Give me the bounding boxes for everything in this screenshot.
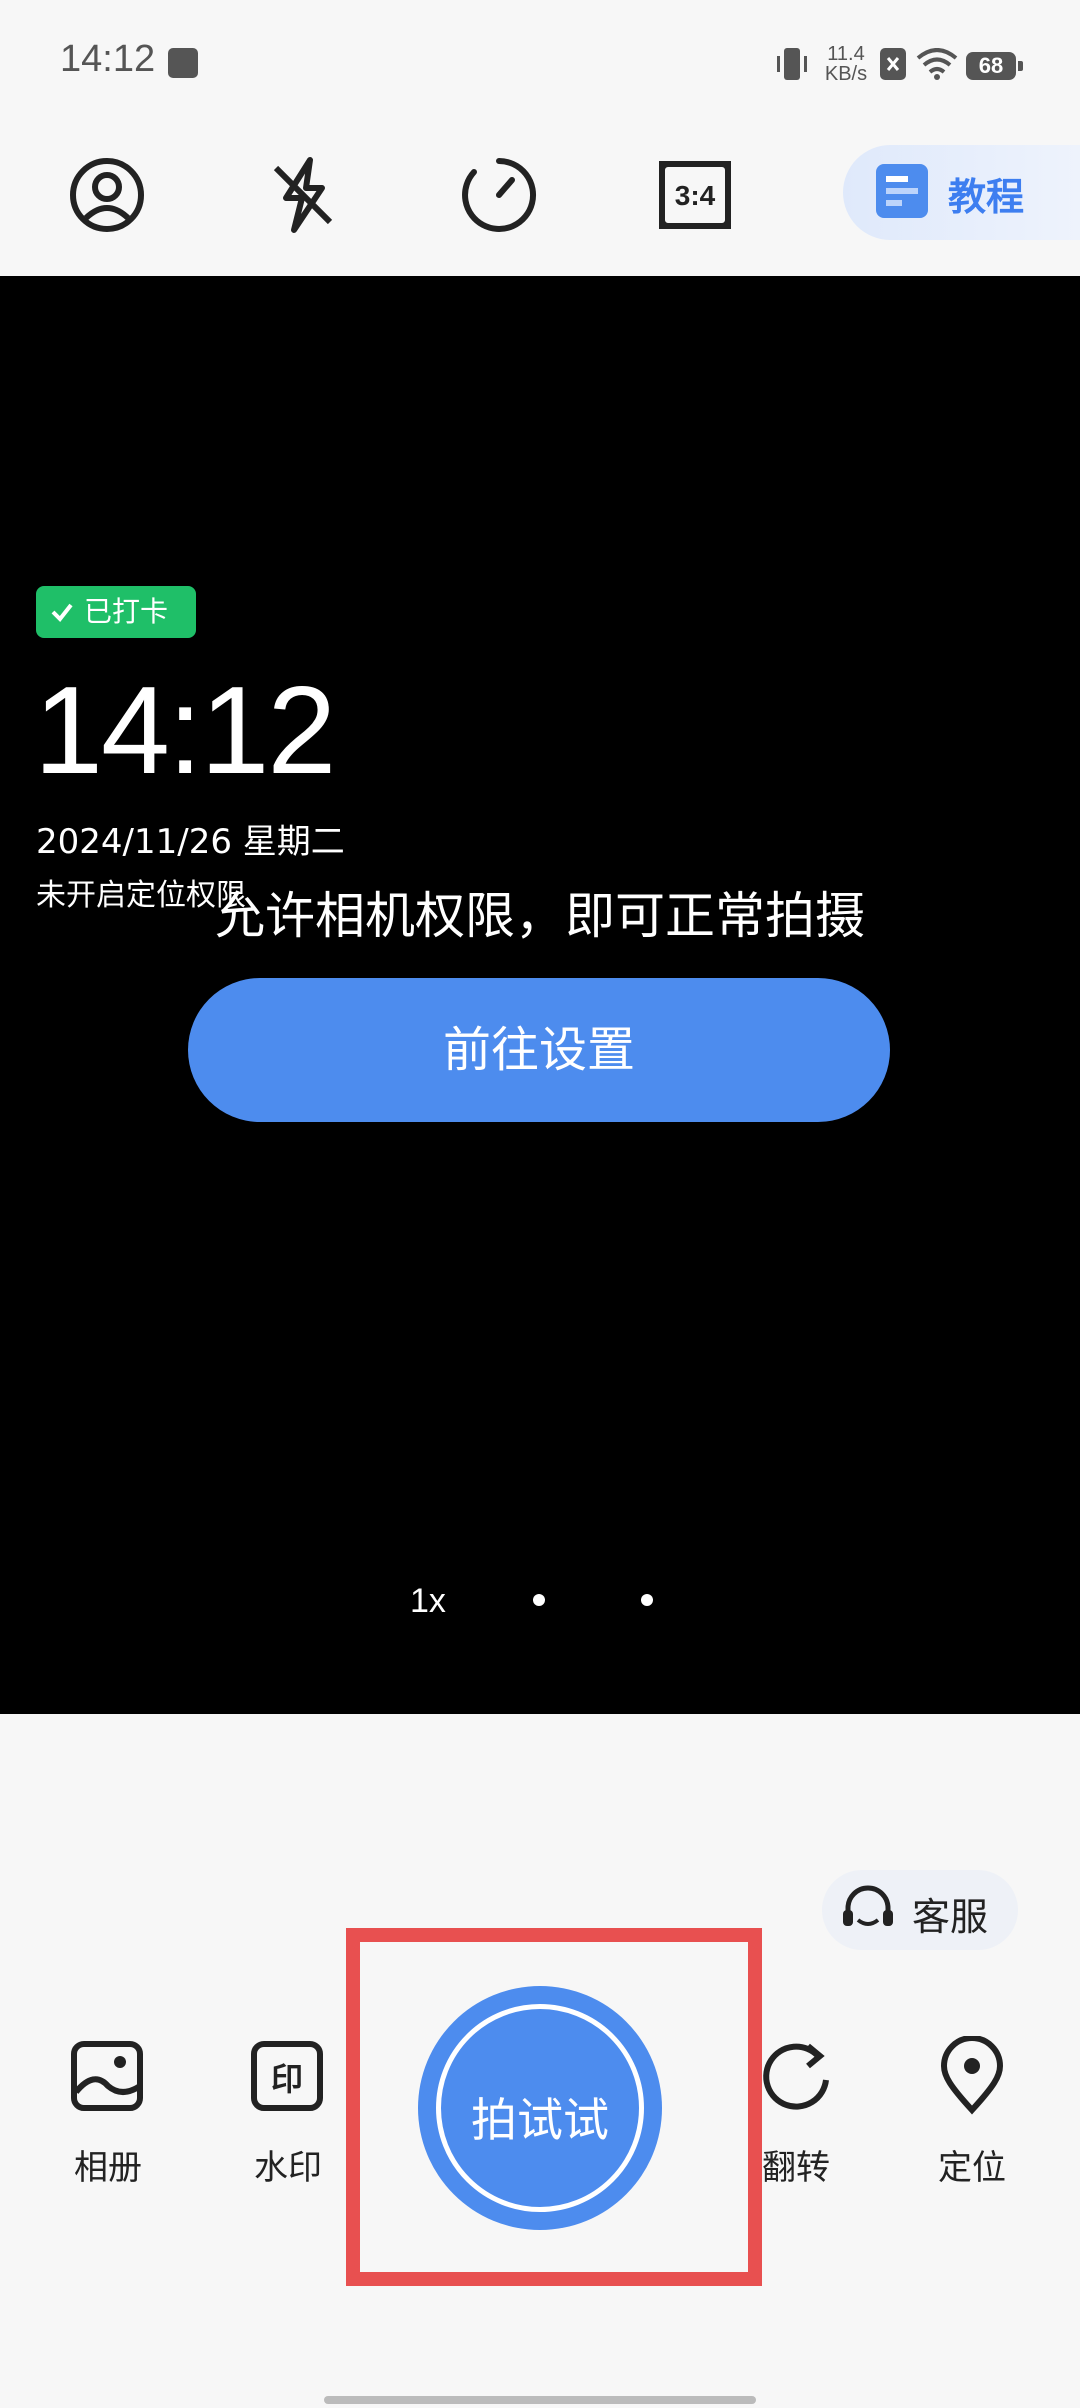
battery-indicator: 68 — [966, 52, 1023, 80]
svg-text:印: 印 — [271, 2060, 303, 2098]
net-speed-value: 11.4 — [827, 43, 865, 65]
zoom-dot-3[interactable] — [641, 1594, 653, 1606]
zoom-dot-2[interactable] — [533, 1594, 545, 1606]
watermark-icon[interactable]: 印 — [248, 2036, 328, 2116]
status-time: 14:12 — [60, 38, 156, 80]
notification-icon — [168, 48, 198, 78]
wifi-icon — [916, 48, 958, 80]
location-label[interactable]: 定位 — [902, 2140, 1042, 2189]
home-indicator[interactable] — [324, 2396, 756, 2404]
highlight-box — [346, 1928, 762, 2286]
net-speed: 11.4 KB/s — [820, 44, 872, 84]
timer-icon[interactable] — [454, 150, 544, 240]
headset-icon — [843, 1885, 893, 1926]
net-speed-unit: KB/s — [824, 63, 868, 85]
tutorial-doc-icon — [876, 164, 928, 218]
profile-icon[interactable] — [62, 150, 152, 240]
zoom-1x-button[interactable]: 1x — [410, 1582, 446, 1621]
flip-camera-icon[interactable] — [756, 2036, 836, 2116]
goto-settings-button[interactable]: 前往设置 — [188, 978, 890, 1122]
permission-message: 允许相机权限，即可正常拍摄 — [215, 887, 865, 945]
flash-off-icon[interactable] — [258, 150, 348, 240]
checked-in-label: 已打卡 — [84, 595, 169, 628]
watermark-label[interactable]: 水印 — [218, 2140, 358, 2189]
customer-service-label: 客服 — [912, 1895, 989, 1939]
check-icon — [51, 603, 73, 623]
sim-disabled-icon — [880, 48, 906, 80]
watermark-date: 2024/11/26 星期二 — [36, 822, 345, 862]
album-label[interactable]: 相册 — [38, 2140, 178, 2189]
location-pin-icon[interactable] — [932, 2036, 1012, 2116]
svg-text:3:4: 3:4 — [675, 180, 716, 211]
checked-in-badge: 已打卡 — [36, 586, 196, 638]
aspect-ratio-icon[interactable]: 3:4 — [650, 150, 740, 240]
tutorial-label: 教程 — [948, 175, 1025, 219]
watermark-time: 14:12 — [34, 662, 336, 800]
vibrate-icon — [777, 48, 807, 80]
album-icon[interactable] — [68, 2036, 148, 2116]
